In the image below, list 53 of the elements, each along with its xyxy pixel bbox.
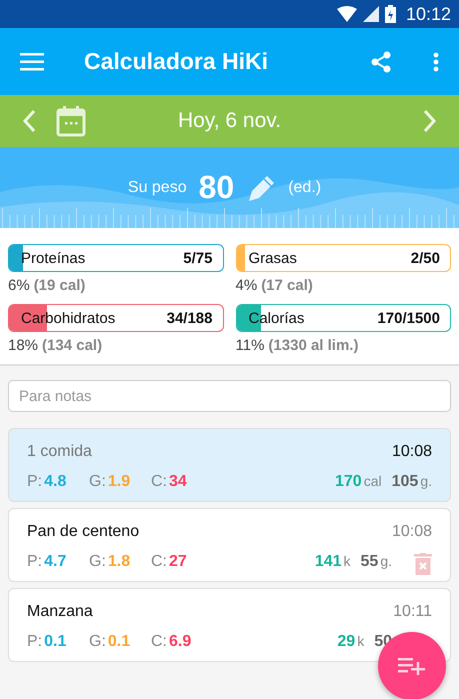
percent-text: 6% (8, 277, 30, 294)
weight-grams: 55 g. (360, 553, 392, 571)
weight-label: Su peso (128, 178, 187, 196)
clock-text: 10:12 (406, 4, 451, 24)
detail-text: (1330 al lim.) (268, 337, 358, 354)
fat-value: G:1.9 (89, 473, 132, 491)
menu-icon[interactable] (20, 52, 44, 70)
next-day-icon[interactable] (423, 109, 437, 133)
meal-card[interactable]: 1 comida 10:08 P:4.8 G:1.9 C:34 170 cal 105 g. (8, 428, 451, 502)
carb-value: C:6.9 (151, 633, 192, 651)
delete-icon[interactable] (414, 553, 432, 575)
meal-name: 1 comida (27, 443, 92, 461)
nutrient-amount: 2/50 (410, 250, 440, 266)
meal-card[interactable]: Pan de centeno 10:08 P:4.7 G:1.8 C:27 141 k 55 g. (8, 508, 451, 582)
add-to-list-icon (398, 657, 426, 675)
meal-name: Manzana (27, 603, 93, 621)
wifi-icon (336, 6, 357, 22)
fat-value: G:1.8 (89, 553, 132, 571)
meal-name: Pan de centeno (27, 523, 140, 541)
weight-grams: 105 g. (392, 473, 432, 491)
nutrient-amount: 34/188 (166, 310, 212, 326)
nutrient-amount: 5/75 (183, 250, 212, 266)
battery-icon (384, 5, 396, 23)
meal-time: 10:08 (392, 523, 432, 541)
percent-text: 11% (236, 337, 264, 354)
fat-value: G:0.1 (89, 633, 132, 651)
share-icon[interactable] (371, 50, 391, 72)
more-options-icon[interactable] (433, 52, 439, 72)
energy-value: 29 k (337, 633, 364, 651)
meal-time: 10:11 (393, 603, 432, 621)
edit-note: (ed.) (288, 178, 322, 196)
percent-text: 18% (8, 337, 38, 354)
notes-field[interactable]: Para notas (8, 380, 451, 412)
date-label: Hoy, 6 nov. (176, 109, 282, 133)
weight-value: 80 (198, 169, 234, 206)
carb-value: C:34 (151, 473, 188, 491)
detail-text: (17 cal) (261, 277, 313, 294)
calendar-icon[interactable] (56, 105, 86, 137)
signal-icon (362, 6, 379, 22)
app-title: Calculadora HiKi (84, 48, 270, 75)
previous-day-icon[interactable] (22, 109, 36, 133)
protein-value: P:4.7 (27, 553, 68, 571)
nutrient-amount: 170/1500 (377, 310, 440, 326)
detail-text: (19 cal) (34, 277, 86, 294)
nutrient-name: Grasas (248, 250, 297, 266)
percent-text: 4% (236, 277, 258, 294)
protein-value: P:4.8 (27, 473, 68, 491)
detail-text: (134 cal) (42, 337, 102, 354)
energy-value: 170 cal (335, 473, 382, 491)
energy-value: 141 k (314, 553, 351, 571)
protein-value: P:0.1 (27, 633, 68, 651)
carb-value: C:27 (151, 553, 188, 571)
meal-time: 10:08 (392, 443, 432, 461)
